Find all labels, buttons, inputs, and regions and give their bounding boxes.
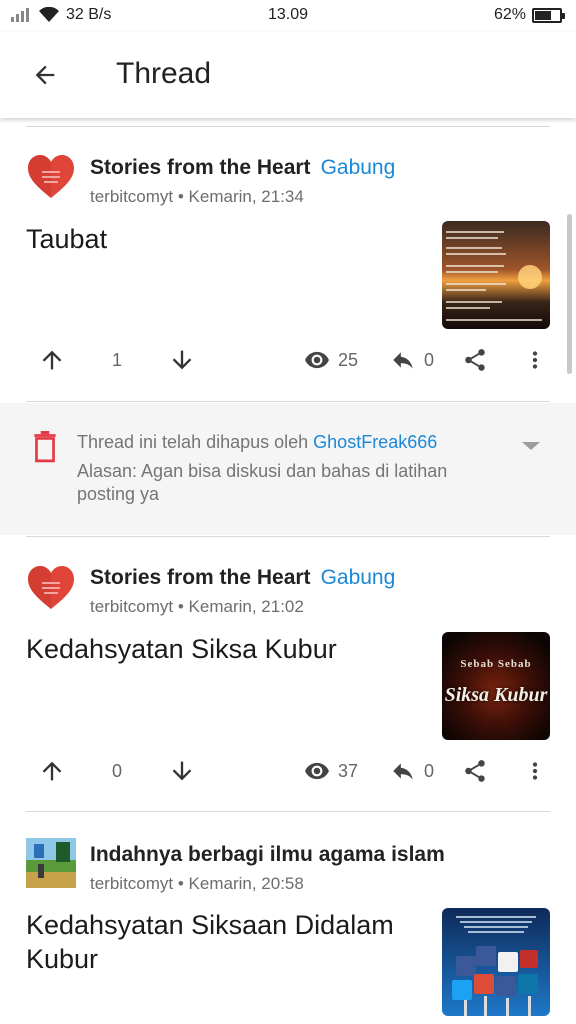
moderator-link[interactable]: GhostFreak666 xyxy=(313,432,437,452)
siksa-kubur-image[interactable]: Sebab Sebab Siksa Kubur xyxy=(442,632,550,740)
back-button[interactable] xyxy=(24,54,66,96)
post-title[interactable]: Kedahsyatan Siksaan Didalam Kubur xyxy=(26,908,416,976)
more-options-button[interactable] xyxy=(522,340,548,380)
more-vert-icon xyxy=(532,351,538,369)
clock: 13.09 xyxy=(267,6,309,23)
post-title[interactable]: Kedahsyatan Siksa Kubur xyxy=(26,632,416,666)
post-actions: 1 25 0 xyxy=(0,340,576,380)
timestamp: Kemarin, 20:58 xyxy=(188,874,304,893)
arrow-up-icon xyxy=(42,350,62,370)
reply-count: 0 xyxy=(424,349,435,370)
heart-community-icon xyxy=(28,155,74,198)
post-title[interactable]: Taubat xyxy=(26,222,416,256)
community-avatar xyxy=(26,838,76,888)
timestamp: Kemarin, 21:02 xyxy=(188,597,304,616)
eye-icon xyxy=(305,762,329,780)
post-meta: terbitcomyt • Kemarin, 21:02 xyxy=(90,597,304,616)
community-name[interactable]: Stories from the Heart Gabung xyxy=(90,156,395,180)
arrow-back-icon xyxy=(35,65,55,85)
battery-icon xyxy=(532,7,565,23)
divider xyxy=(26,401,550,402)
vote-count: 1 xyxy=(112,349,123,370)
timestamp: Kemarin, 21:34 xyxy=(188,187,304,206)
arrow-down-icon xyxy=(172,350,192,370)
views-counter: 37 xyxy=(304,751,358,791)
divider xyxy=(26,811,550,812)
scrollbar[interactable] xyxy=(567,214,572,374)
reply-button[interactable]: 0 xyxy=(390,751,434,791)
status-bar: 32 B/s 13.09 62% xyxy=(0,0,576,32)
author[interactable]: terbitcomyt xyxy=(90,187,173,206)
share-button[interactable] xyxy=(462,340,488,380)
divider xyxy=(26,126,550,127)
thumbnail-caption-main: Siksa Kubur xyxy=(444,684,548,706)
deleted-thread-notice: Thread ini telah dihapus oleh GhostFreak… xyxy=(0,403,576,535)
share-button[interactable] xyxy=(462,751,488,791)
deleted-reason: Alasan: Agan bisa diskusi dan bahas di l… xyxy=(77,461,448,504)
post-actions: 0 37 0 xyxy=(0,751,576,791)
more-options-button[interactable] xyxy=(522,751,548,791)
share-icon xyxy=(465,349,485,371)
sunset-quote-image[interactable] xyxy=(442,221,550,329)
author[interactable]: terbitcomyt xyxy=(90,874,173,893)
downvote-button[interactable] xyxy=(168,751,196,791)
deleted-notice-text: Thread ini telah dihapus oleh GhostFreak… xyxy=(77,431,497,506)
share-icon xyxy=(465,760,485,782)
upvote-button[interactable] xyxy=(38,751,66,791)
trash-icon xyxy=(34,431,56,463)
social-media-image[interactable] xyxy=(442,908,550,1016)
app-bar: Thread xyxy=(0,32,576,118)
thumbnail-caption-top: Sebab Sebab xyxy=(460,658,532,670)
post-meta: terbitcomyt • Kemarin, 20:58 xyxy=(90,874,304,893)
community-name[interactable]: Indahnya berbagi ilmu agama islam xyxy=(90,843,445,867)
join-button[interactable]: Gabung xyxy=(321,566,396,589)
join-button[interactable]: Gabung xyxy=(321,156,396,179)
reply-count: 0 xyxy=(424,760,435,781)
more-vert-icon xyxy=(532,762,538,780)
deleted-prefix: Thread ini telah dihapus oleh xyxy=(77,432,314,452)
community-link[interactable]: Stories from the Heart xyxy=(90,156,311,179)
community-link[interactable]: Stories from the Heart xyxy=(90,566,311,589)
community-name[interactable]: Stories from the Heart Gabung xyxy=(90,566,395,590)
author[interactable]: terbitcomyt xyxy=(90,597,173,616)
downvote-button[interactable] xyxy=(168,340,196,380)
battery-percent: 62% xyxy=(493,6,526,23)
views-count: 37 xyxy=(338,760,359,781)
expand-more-icon[interactable] xyxy=(520,439,542,453)
vote-count: 0 xyxy=(112,760,123,781)
divider xyxy=(26,536,550,537)
arrow-down-icon xyxy=(172,761,192,781)
page-title: Thread xyxy=(116,57,212,90)
heart-community-icon xyxy=(28,566,74,609)
reply-button[interactable]: 0 xyxy=(390,340,434,380)
reply-icon xyxy=(393,763,413,780)
arrow-up-icon xyxy=(42,761,62,781)
views-counter: 25 xyxy=(304,340,358,380)
reply-icon xyxy=(393,352,413,369)
views-count: 25 xyxy=(338,349,359,370)
eye-icon xyxy=(305,351,329,369)
upvote-button[interactable] xyxy=(38,340,66,380)
post-meta: terbitcomyt • Kemarin, 21:34 xyxy=(90,187,304,206)
